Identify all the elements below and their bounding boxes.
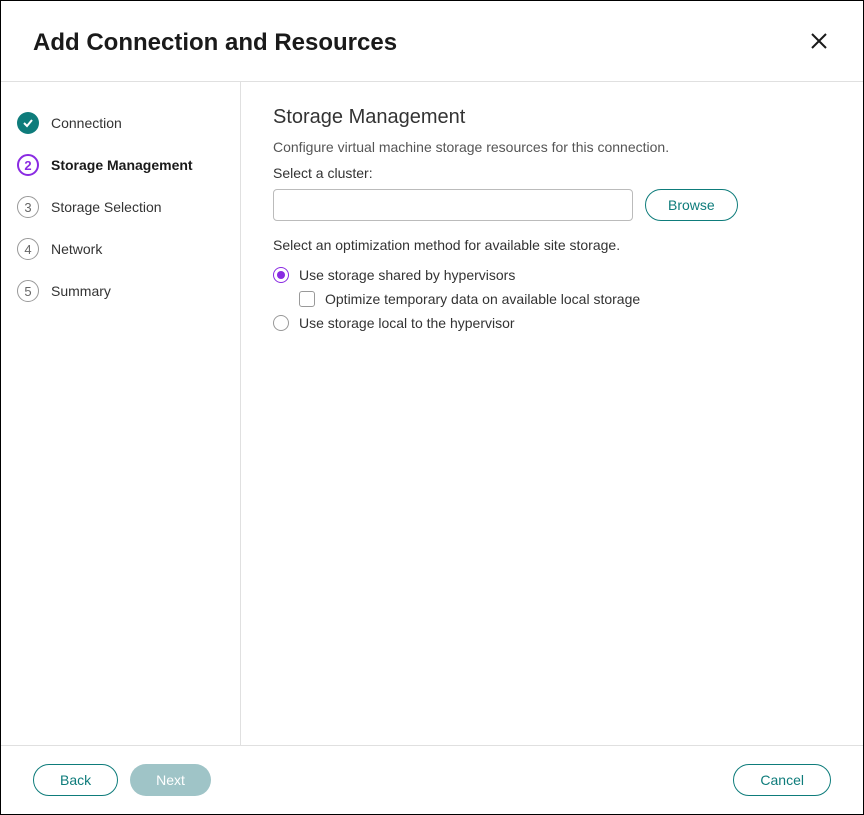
dialog-body: Connection 2 Storage Management 3 Storag…: [1, 81, 863, 746]
wizard-sidebar: Connection 2 Storage Management 3 Storag…: [1, 82, 241, 745]
section-title: Storage Management: [273, 106, 831, 129]
checkbox-icon[interactable]: [299, 291, 315, 307]
radio-label: Use storage local to the hypervisor: [299, 315, 515, 331]
back-button[interactable]: Back: [33, 764, 118, 796]
footer-left: Back Next: [33, 764, 211, 796]
next-button[interactable]: Next: [130, 764, 211, 796]
close-icon[interactable]: [807, 29, 831, 53]
cluster-label: Select a cluster:: [273, 165, 831, 181]
main-panel: Storage Management Configure virtual mac…: [241, 82, 863, 745]
step-label: Storage Selection: [51, 199, 162, 215]
step-label: Summary: [51, 283, 111, 299]
step-network[interactable]: 4 Network: [17, 228, 224, 270]
step-label: Storage Management: [51, 157, 193, 173]
step-number: 3: [17, 196, 39, 218]
cluster-row: Browse: [273, 189, 831, 221]
step-number: 4: [17, 238, 39, 260]
checkbox-label: Optimize temporary data on available loc…: [325, 291, 640, 307]
optimization-label: Select an optimization method for availa…: [273, 237, 831, 253]
check-icon: [17, 112, 39, 134]
dialog-add-connection-resources: Add Connection and Resources Connection …: [0, 0, 864, 815]
radio-use-local-storage[interactable]: Use storage local to the hypervisor: [273, 311, 831, 335]
radio-icon[interactable]: [273, 267, 289, 283]
browse-button[interactable]: Browse: [645, 189, 738, 221]
radio-label: Use storage shared by hypervisors: [299, 267, 515, 283]
cluster-input[interactable]: [273, 189, 633, 221]
step-storage-management[interactable]: 2 Storage Management: [17, 144, 224, 186]
step-summary[interactable]: 5 Summary: [17, 270, 224, 312]
step-connection[interactable]: Connection: [17, 102, 224, 144]
dialog-title: Add Connection and Resources: [33, 29, 397, 57]
step-number: 2: [17, 154, 39, 176]
dialog-footer: Back Next Cancel: [1, 746, 863, 814]
step-label: Connection: [51, 115, 122, 131]
radio-icon[interactable]: [273, 315, 289, 331]
step-number: 5: [17, 280, 39, 302]
section-description: Configure virtual machine storage resour…: [273, 139, 831, 155]
step-label: Network: [51, 241, 102, 257]
cancel-button[interactable]: Cancel: [733, 764, 831, 796]
step-storage-selection[interactable]: 3 Storage Selection: [17, 186, 224, 228]
radio-use-shared-storage[interactable]: Use storage shared by hypervisors: [273, 263, 831, 287]
checkbox-optimize-temp[interactable]: Optimize temporary data on available loc…: [299, 287, 831, 311]
dialog-header: Add Connection and Resources: [1, 1, 863, 81]
